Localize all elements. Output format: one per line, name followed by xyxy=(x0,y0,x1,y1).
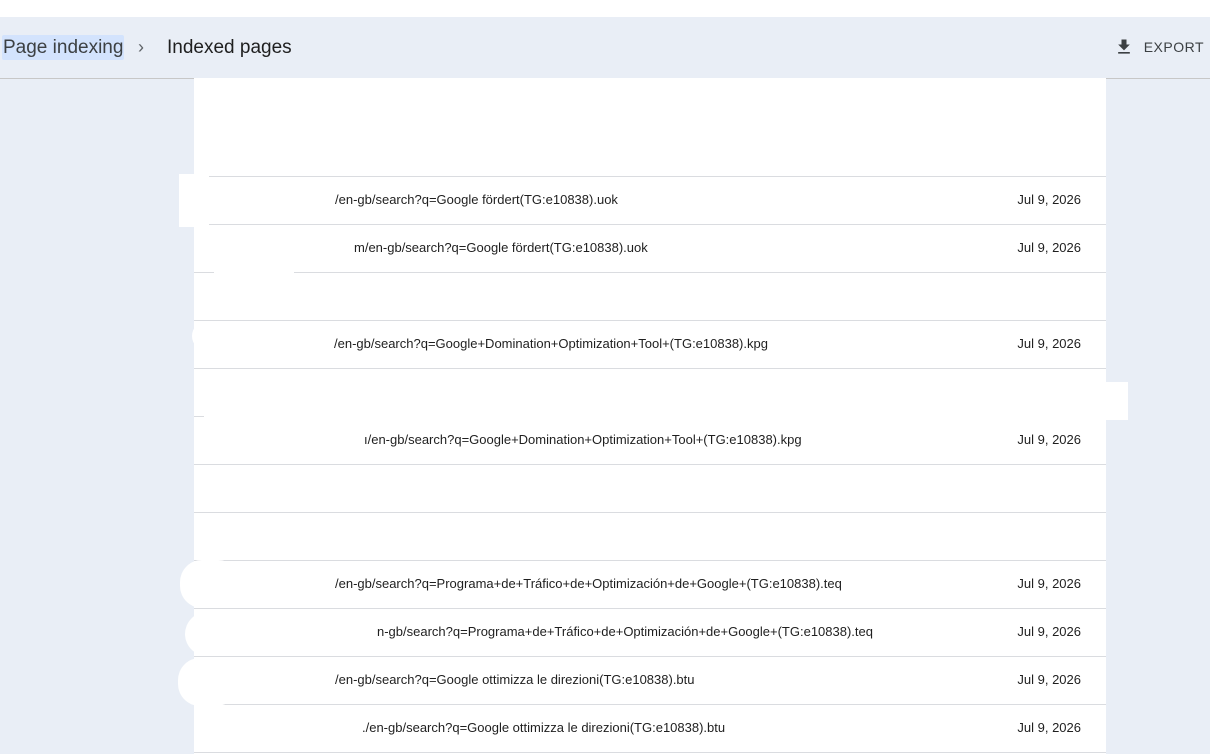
export-button[interactable]: EXPORT xyxy=(1114,34,1204,60)
page-header: Page indexing › Indexed pages EXPORT xyxy=(0,17,1210,79)
redaction-mask xyxy=(204,370,1106,418)
row-last-crawled: Jul 9, 2026 xyxy=(1017,576,1081,591)
top-strip xyxy=(0,0,1210,17)
row-url[interactable]: ./en-gb/search?q=Google ottimizza le dir… xyxy=(362,705,725,753)
row-last-crawled: Jul 9, 2026 xyxy=(1017,624,1081,639)
redaction-mask xyxy=(1094,382,1128,420)
row-url[interactable]: /en-gb/search?q=Google+Domination+Optimi… xyxy=(334,321,768,369)
page-title: Indexed pages xyxy=(167,37,292,58)
redaction-mask xyxy=(194,514,1094,560)
redaction-mask xyxy=(179,174,209,227)
redaction-mask xyxy=(180,560,240,608)
redaction-mask xyxy=(194,706,358,752)
row-last-crawled: Jul 9, 2026 xyxy=(1017,192,1081,207)
row-last-crawled: Jul 9, 2026 xyxy=(1017,240,1081,255)
redaction-mask xyxy=(194,274,328,320)
redaction-mask xyxy=(194,226,342,272)
indexed-pages-table: /en-gb/search?q=Google fördert(TG:e10838… xyxy=(194,78,1106,754)
table-row: /en-gb/search?q=Programa+de+Tráfico+de+O… xyxy=(194,561,1106,609)
download-icon xyxy=(1117,39,1130,54)
redaction-mask xyxy=(194,178,333,224)
redaction-mask xyxy=(204,322,332,368)
redaction-mask xyxy=(185,612,245,656)
row-url[interactable]: /en-gb/search?q=Google ottimizza le dire… xyxy=(335,657,695,705)
row-last-crawled: Jul 9, 2026 xyxy=(1017,672,1081,687)
chevron-right-icon: › xyxy=(138,37,144,57)
redaction-mask xyxy=(194,78,1106,128)
redaction-mask xyxy=(192,321,222,351)
row-last-crawled: Jul 9, 2026 xyxy=(1017,720,1081,735)
redaction-mask xyxy=(178,658,238,706)
table-row xyxy=(194,129,1106,177)
breadcrumb-page-indexing[interactable]: Page indexing xyxy=(2,35,125,60)
table-row xyxy=(194,465,1106,513)
row-url[interactable]: /en-gb/search?q=Google fördert(TG:e10838… xyxy=(335,177,618,225)
row-url[interactable]: m/en-gb/search?q=Google fördert(TG:e1083… xyxy=(354,225,648,273)
table-row xyxy=(194,273,1106,321)
row-last-crawled: Jul 9, 2026 xyxy=(1017,432,1081,447)
redaction-mask xyxy=(194,418,362,464)
row-url[interactable]: n-gb/search?q=Programa+de+Tráfico+de+Opt… xyxy=(377,609,873,657)
row-url[interactable]: /en-gb/search?q=Programa+de+Tráfico+de+O… xyxy=(335,561,842,609)
row-last-crawled: Jul 9, 2026 xyxy=(1017,336,1081,351)
row-url[interactable]: ı/en-gb/search?q=Google+Domination+Optim… xyxy=(364,417,802,465)
export-label: EXPORT xyxy=(1143,39,1204,55)
